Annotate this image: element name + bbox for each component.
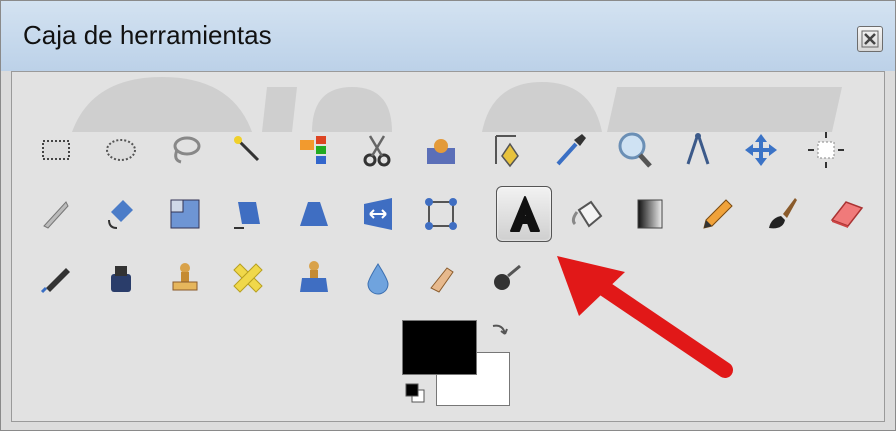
- paintbrush-tool[interactable]: [757, 190, 805, 238]
- bandage-icon: [233, 263, 263, 293]
- perspective-clone-icon: [300, 261, 328, 292]
- perspective-clone-tool[interactable]: [290, 254, 338, 302]
- free-select-tool[interactable]: [161, 126, 209, 174]
- measure-tool[interactable]: [674, 126, 722, 174]
- gradient-icon: [637, 199, 663, 229]
- scale-tool[interactable]: [161, 190, 209, 238]
- text-a-icon: [510, 196, 540, 232]
- scissors-icon: [363, 135, 391, 167]
- foreground-select-icon: [427, 139, 455, 164]
- zoom-tool[interactable]: [610, 126, 658, 174]
- red-arrow-annotation: [557, 256, 733, 378]
- rotate-icon: [108, 200, 133, 229]
- flip-tool[interactable]: [354, 190, 402, 238]
- swap-arrows-icon: [492, 324, 508, 335]
- airbrush-tool[interactable]: [32, 254, 80, 302]
- water-drop-icon: [367, 263, 389, 295]
- paths-icon: [495, 135, 519, 168]
- color-area: [402, 320, 522, 410]
- select-by-color-tool[interactable]: [290, 126, 338, 174]
- pencil-icon: [703, 199, 733, 229]
- foreground-select-tool[interactable]: [417, 126, 465, 174]
- bucket-fill-tool[interactable]: [563, 190, 611, 238]
- ellipse-select-icon: [106, 139, 136, 161]
- perspective-icon: [300, 202, 328, 226]
- window-title: Caja de herramientas: [23, 20, 272, 50]
- blend-tool[interactable]: [626, 190, 674, 238]
- magic-wand-icon: [234, 136, 260, 162]
- shear-icon: [234, 202, 260, 229]
- scissors-select-tool[interactable]: [354, 126, 402, 174]
- eyedropper-icon: [556, 134, 586, 166]
- smudge-tool[interactable]: [417, 254, 465, 302]
- select-by-color-icon: [300, 136, 326, 164]
- alignment-tool[interactable]: [802, 126, 850, 174]
- ellipse-select-tool[interactable]: [97, 126, 145, 174]
- scale-icon: [170, 199, 200, 229]
- paint-bucket-icon: [571, 200, 603, 228]
- eraser-tool[interactable]: [822, 190, 870, 238]
- compass-icon: [686, 133, 710, 165]
- title-bar[interactable]: Caja de herramientas: [1, 1, 895, 71]
- flip-icon: [364, 198, 392, 230]
- move-arrows-icon: [745, 134, 777, 166]
- pencil-tool[interactable]: [692, 190, 740, 238]
- paintbrush-icon: [769, 198, 797, 229]
- blur-sharpen-tool[interactable]: [354, 254, 402, 302]
- dodge-burn-tool[interactable]: [482, 254, 530, 302]
- rect-select-tool[interactable]: [32, 126, 80, 174]
- perspective-tool[interactable]: [290, 190, 338, 238]
- reset-colors-button[interactable]: [404, 382, 428, 406]
- clone-stamp-icon: [172, 263, 198, 291]
- clone-tool[interactable]: [161, 254, 209, 302]
- foreground-color-swatch[interactable]: [402, 320, 477, 375]
- toolbox-window: Caja de herramientas: [0, 0, 896, 431]
- ink-bottle-icon: [111, 266, 131, 292]
- airbrush-icon: [40, 268, 70, 294]
- dodge-burn-icon: [494, 264, 521, 290]
- toolbox-panel: [11, 71, 885, 422]
- swap-colors-button[interactable]: [487, 320, 511, 344]
- heal-tool[interactable]: [224, 254, 272, 302]
- shear-tool[interactable]: [224, 190, 272, 238]
- color-picker-tool[interactable]: [546, 126, 594, 174]
- magnifier-icon: [618, 132, 652, 168]
- eraser-icon: [830, 201, 864, 228]
- cage-transform-tool[interactable]: [417, 190, 465, 238]
- lasso-icon: [173, 136, 201, 164]
- wilber-watermark: [72, 77, 842, 132]
- move-tool[interactable]: [737, 126, 785, 174]
- close-icon: [861, 30, 879, 48]
- default-colors-icon: [405, 383, 425, 403]
- close-button[interactable]: [857, 26, 883, 52]
- cage-icon: [425, 198, 457, 230]
- align-icon: [808, 132, 844, 168]
- smudge-finger-icon: [430, 267, 454, 293]
- paths-tool[interactable]: [482, 126, 530, 174]
- crop-knife-icon: [43, 201, 69, 229]
- text-tool[interactable]: [496, 186, 552, 242]
- ink-tool[interactable]: [97, 254, 145, 302]
- fuzzy-select-tool[interactable]: [224, 126, 272, 174]
- rotate-tool[interactable]: [97, 190, 145, 238]
- rect-select-icon: [42, 140, 70, 160]
- crop-tool[interactable]: [32, 190, 80, 238]
